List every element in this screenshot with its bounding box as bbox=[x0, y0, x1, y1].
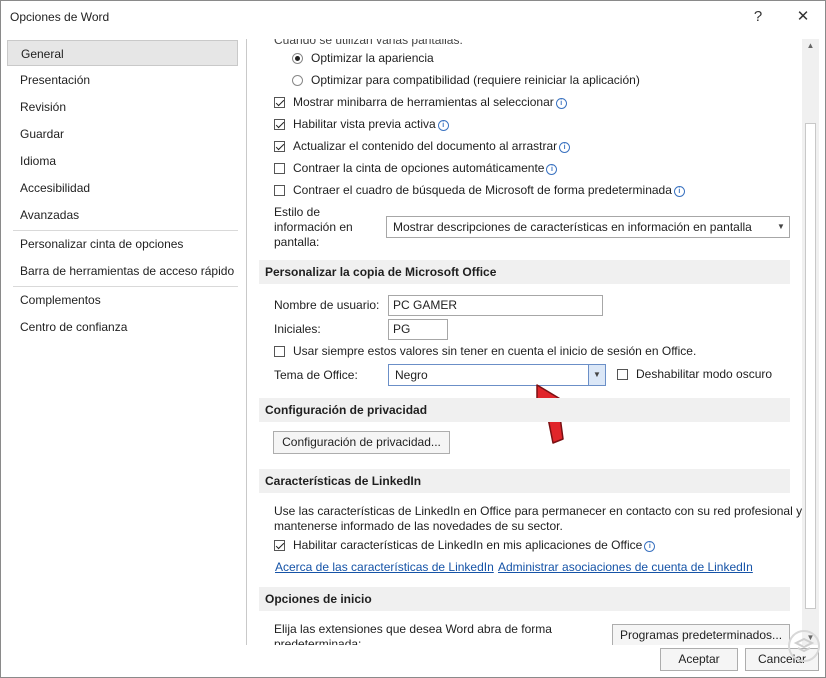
link-linkedin-manage[interactable]: Administrar asociaciones de cuenta de Li… bbox=[498, 560, 753, 574]
username-label: Nombre de usuario: bbox=[274, 298, 380, 312]
close-button[interactable]: ✕ bbox=[783, 5, 823, 29]
radio-optimize-appearance-label: Optimizar la apariencia bbox=[311, 51, 434, 65]
checkbox-always-use[interactable] bbox=[274, 346, 285, 357]
checkbox-minibar[interactable] bbox=[274, 97, 285, 108]
link-linkedin-about[interactable]: Acerca de las características de LinkedI… bbox=[275, 560, 494, 574]
window-title: Opciones de Word bbox=[10, 10, 110, 24]
tooltip-style-value: Mostrar descripciones de características… bbox=[393, 220, 752, 234]
checkbox-collapse-ribbon-label: Contraer la cinta de opciones automática… bbox=[293, 161, 558, 175]
checkbox-linkedin-enable-label: Habilitar características de LinkedIn en… bbox=[293, 538, 656, 552]
checkbox-live-preview-label: Habilitar vista previa activa i bbox=[293, 117, 449, 131]
sidebar-item-centro-confianza[interactable]: Centro de confianza bbox=[7, 314, 238, 340]
radio-optimize-appearance[interactable] bbox=[292, 53, 303, 64]
sidebar-item-accesibilidad[interactable]: Accesibilidad bbox=[7, 175, 238, 201]
checkbox-minibar-label: Mostrar minibarra de herramientas al sel… bbox=[293, 95, 567, 109]
tooltip-style-label-line2: información en bbox=[274, 220, 353, 234]
sidebar-item-general[interactable]: General bbox=[7, 40, 238, 66]
sidebar-item-avanzadas[interactable]: Avanzadas bbox=[7, 202, 238, 228]
options-content: Cuando se utilizan varias pantallas: Opt… bbox=[246, 39, 803, 645]
checkbox-disable-dark[interactable] bbox=[617, 369, 628, 380]
multi-screen-heading: Cuando se utilizan varias pantallas: bbox=[274, 39, 463, 47]
checkbox-collapse-search[interactable] bbox=[274, 185, 285, 196]
dialog-window: Opciones de Word ? ✕ General Presentació… bbox=[0, 0, 826, 678]
scrollbar-thumb[interactable] bbox=[805, 123, 816, 609]
section-startup-header: Opciones de inicio bbox=[259, 587, 790, 611]
chevron-down-icon[interactable]: ▼ bbox=[588, 365, 605, 385]
linkedin-description-line2: mantenerse informado de las novedades de… bbox=[274, 519, 563, 533]
radio-optimize-compat[interactable] bbox=[292, 75, 303, 86]
info-icon: i bbox=[559, 142, 571, 153]
scroll-up-icon[interactable]: ▲ bbox=[802, 39, 819, 53]
checkbox-update-drag[interactable] bbox=[274, 141, 285, 152]
privacy-settings-button[interactable]: Configuración de privacidad... bbox=[273, 431, 450, 454]
default-programs-button[interactable]: Programas predeterminados... bbox=[612, 624, 790, 645]
info-icon: i bbox=[555, 98, 567, 109]
sidebar-item-idioma[interactable]: Idioma bbox=[7, 148, 238, 174]
sidebar: General Presentación Revisión Guardar Id… bbox=[7, 39, 238, 645]
watermark-logo bbox=[788, 630, 820, 662]
section-privacy-header: Configuración de privacidad bbox=[259, 398, 790, 422]
radio-optimize-compat-label: Optimizar para compatibilidad (requiere … bbox=[311, 73, 640, 87]
info-icon: i bbox=[644, 541, 656, 552]
tooltip-style-dropdown[interactable]: Mostrar descripciones de características… bbox=[386, 216, 790, 238]
office-theme-value: Negro bbox=[395, 368, 428, 382]
title-bar: Opciones de Word ? ✕ bbox=[1, 1, 825, 33]
tooltip-style-label-line1: Estilo de bbox=[274, 205, 321, 219]
info-icon: i bbox=[437, 120, 449, 131]
checkbox-disable-dark-label: Deshabilitar modo oscuro bbox=[636, 367, 773, 381]
linkedin-description-line1: Use las características de LinkedIn en O… bbox=[274, 504, 803, 518]
info-icon: i bbox=[673, 186, 685, 197]
checkbox-linkedin-enable[interactable] bbox=[274, 540, 285, 551]
checkbox-collapse-ribbon[interactable] bbox=[274, 163, 285, 174]
section-linkedin-header: Características de LinkedIn bbox=[259, 469, 790, 493]
initials-label: Iniciales: bbox=[274, 322, 321, 336]
sidebar-item-guardar[interactable]: Guardar bbox=[7, 121, 238, 147]
accept-button[interactable]: Aceptar bbox=[660, 648, 738, 671]
office-theme-label: Tema de Office: bbox=[274, 368, 358, 382]
section-personalize-header: Personalizar la copia de Microsoft Offic… bbox=[259, 260, 790, 284]
startup-description-line2: predeterminada: bbox=[274, 637, 362, 645]
chevron-down-icon: ▼ bbox=[777, 222, 785, 231]
username-input[interactable]: PC GAMER bbox=[388, 295, 603, 316]
initials-input[interactable]: PG bbox=[388, 319, 448, 340]
vertical-scrollbar[interactable]: ▲ ▼ bbox=[802, 39, 819, 645]
checkbox-collapse-search-label: Contraer el cuadro de búsqueda de Micros… bbox=[293, 183, 685, 197]
sidebar-item-presentacion[interactable]: Presentación bbox=[7, 67, 238, 93]
startup-description-line1: Elija las extensiones que desea Word abr… bbox=[274, 622, 552, 636]
checkbox-update-drag-label: Actualizar el contenido del documento al… bbox=[293, 139, 571, 153]
sidebar-item-personalizar-cinta[interactable]: Personalizar cinta de opciones bbox=[7, 231, 238, 257]
tooltip-style-label-line3: pantalla: bbox=[274, 235, 320, 249]
checkbox-always-use-label: Usar siempre estos valores sin tener en … bbox=[293, 344, 697, 358]
help-button[interactable]: ? bbox=[738, 5, 778, 29]
info-icon: i bbox=[546, 164, 558, 175]
sidebar-item-barra-acceso-rapido[interactable]: Barra de herramientas de acceso rápido bbox=[7, 258, 238, 284]
checkbox-live-preview[interactable] bbox=[274, 119, 285, 130]
sidebar-item-complementos[interactable]: Complementos bbox=[7, 287, 238, 313]
sidebar-item-revision[interactable]: Revisión bbox=[7, 94, 238, 120]
